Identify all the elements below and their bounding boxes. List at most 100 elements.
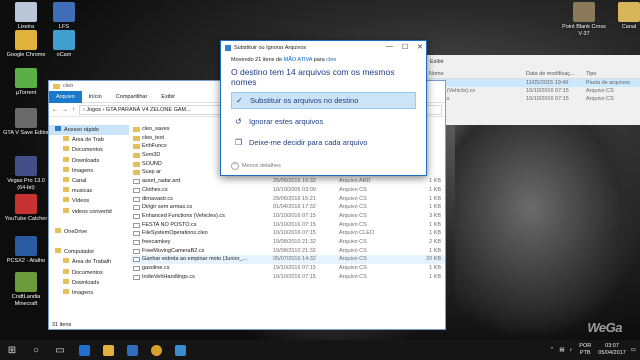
nav-item[interactable]: Imagens: [49, 288, 129, 298]
up-arrow-icon[interactable]: ↑: [72, 107, 75, 113]
source-folder-link[interactable]: MÃO ATIVA: [284, 57, 313, 63]
notifications-icon[interactable]: ▭: [631, 347, 636, 353]
bg-file-row[interactable]: ...tions (Vehicle).cs 10/10/2016 07:15 Arq…: [426, 87, 640, 95]
file-name: FreeMovingCameraB2.cs: [142, 247, 205, 254]
nav-item[interactable]: Imagens: [49, 166, 129, 176]
desktop-icon-ocam[interactable]: oCam: [40, 30, 88, 59]
nav-item[interactable]: [49, 217, 129, 227]
ribbon-tab[interactable]: Exibir: [154, 94, 182, 100]
desktop-icon-label: YouTube Catcher: [4, 216, 48, 222]
nav-item[interactable]: musicas: [49, 186, 129, 196]
nav-item[interactable]: Vídeos: [49, 196, 129, 206]
desktop-icon-utorrent[interactable]: µTorrent: [2, 68, 50, 97]
file-row[interactable]: gasoline.cs 19/10/2016 07:15 Arquivo CS 1 K…: [131, 264, 445, 273]
file-size: 1 KB: [429, 273, 441, 280]
explorer-taskbar-icon[interactable]: [96, 340, 120, 360]
network-icon[interactable]: ▤: [559, 347, 564, 353]
ocam-taskbar-icon[interactable]: [168, 340, 192, 360]
maximize-icon[interactable]: ☐: [402, 43, 408, 51]
dialog-option-3[interactable]: ❐ Deixe-me decidir para cada arquivo: [231, 134, 416, 151]
nav-item[interactable]: Canal: [49, 176, 129, 186]
dialog-option-label: Deixe-me decidir para cada arquivo: [249, 138, 368, 147]
nav-item[interactable]: Computador: [49, 247, 129, 257]
file-row[interactable]: dirnavastr.cs 29/06/2016 15:21 Arquivo CS 1…: [131, 195, 445, 204]
folder-icon: [133, 153, 140, 159]
youtube-catcher-icon: [15, 194, 37, 214]
nav-item[interactable]: [49, 237, 129, 247]
file-name: Susp ar: [142, 169, 161, 176]
file-name: cleo_text: [142, 134, 165, 141]
ocam-icon: [53, 30, 75, 50]
dialog-option-1[interactable]: ✓ Substituir os arquivos no destino: [231, 92, 416, 109]
nav-item[interactable]: videos convertid: [49, 207, 129, 217]
desktop-icon-canal[interactable]: Canal: [605, 2, 640, 31]
desktop-icon-vegas-pro[interactable]: Vegas Pro 13.0 (64-bit): [2, 156, 50, 191]
file-type: Arquivo CS: [339, 247, 367, 254]
close-icon[interactable]: ✕: [417, 43, 423, 51]
store-icon[interactable]: [120, 340, 144, 360]
desktop-icon-gta-v-save-editor[interactable]: GTA V Save Editor: [2, 108, 50, 137]
file-row[interactable]: freecamkey 19/08/2010 21:32 Arquivo CS 2 KB: [131, 238, 445, 247]
file-row[interactable]: IndieVehHandlings.cs 10/10/2016 07:15 Arqu…: [131, 273, 445, 282]
file-row[interactable]: Dirigir sem armas.cs 01/04/2016 17:32 Arqu…: [131, 203, 445, 212]
file-row[interactable]: FreeMovingCameraB2.cs 19/08/2010 21:32 Arq…: [131, 247, 445, 256]
bg-file-row[interactable]: ...iger.cs10/10/2016 07:15Arquivo CS: [426, 95, 640, 103]
folder-icon: [133, 170, 140, 176]
file-type: Arquivo CS: [339, 238, 367, 245]
file-row[interactable]: Enhanced Functions (Vehicles).cs 10/10/20…: [131, 212, 445, 221]
bg-col-date[interactable]: Data de modificaç...: [526, 69, 586, 78]
minimize-icon[interactable]: —: [386, 43, 393, 51]
nav-item[interactable]: Área de Trab: [49, 135, 129, 145]
volume-icon[interactable]: ♪: [570, 347, 573, 353]
ribbon-tab[interactable]: Compartilhar: [109, 94, 154, 100]
file-name: dirnavastr.cs: [142, 195, 173, 202]
folder-icon: [63, 278, 69, 284]
vegas-pro-icon: [15, 156, 37, 176]
nav-item[interactable]: Área de Trabalh: [49, 257, 129, 267]
nav-item-label: Documentos: [72, 269, 103, 276]
desktop-icon-youtube-catcher[interactable]: YouTube Catcher: [2, 194, 50, 223]
background-explorer-window[interactable]: Exibir Nome Data de modificaç... Tipo 11…: [425, 55, 640, 125]
file-row[interactable]: Ganhar estrela ao empinar moto (Junior_.…: [131, 255, 445, 264]
desktop-icon-point-blank[interactable]: Point Blank Cross V-37: [560, 2, 608, 37]
desktop-icon-craftlandia[interactable]: CraftLandia Minecraft: [2, 272, 50, 307]
nav-item[interactable]: Documentos: [49, 145, 129, 155]
nav-item[interactable]: Downloads: [49, 278, 129, 288]
bg-col-name[interactable]: Nome: [426, 69, 526, 78]
bg-col-type[interactable]: Tipo: [586, 69, 636, 78]
task-view-icon[interactable]: ▭: [48, 340, 72, 360]
file-row[interactable]: asset_radar.ard 25/06/2016 16:32 Arquivo A…: [131, 177, 445, 186]
search-icon[interactable]: ○: [24, 340, 48, 360]
file-row[interactable]: FileSystemOperations.cleo 10/10/2016 07:1…: [131, 229, 445, 238]
bg-window-tab[interactable]: Exibir: [426, 55, 640, 69]
file-row[interactable]: Clothes.cs 10/10/2005 03:00 Arquivo CS 1 KB: [131, 186, 445, 195]
start-button[interactable]: ⊞: [0, 340, 24, 360]
less-details-button[interactable]: ⌃ Menos detalhes: [231, 162, 281, 170]
moving-prefix: Movendo 21 itens de: [231, 57, 283, 63]
forward-arrow-icon[interactable]: →: [62, 107, 68, 113]
dest-folder-link[interactable]: cleo: [326, 57, 336, 63]
clock[interactable]: 03:07 05/04/2017: [598, 343, 626, 357]
edge-icon[interactable]: [72, 340, 96, 360]
nav-item[interactable]: Downloads: [49, 156, 129, 166]
desktop-icon-lfs[interactable]: LFS: [40, 2, 88, 31]
wallpaper-figure: [455, 120, 640, 340]
dialog-option-2[interactable]: ↺ Ignorar estes arquivos: [231, 113, 416, 130]
nav-item[interactable]: OneDrive: [49, 227, 129, 237]
file-row[interactable]: FESTA NO POSTO.cs 10/10/2016 07:15 Arquivo…: [131, 221, 445, 230]
dialog-heading: O destino tem 14 arquivos com os mesmos …: [231, 67, 395, 87]
desktop-icon-pcsx2[interactable]: PCSX2 - Atalho: [2, 236, 50, 265]
nav-item[interactable]: Acesso rápido: [49, 125, 129, 136]
bg-file-row[interactable]: 11/05/2015 19:46 Pasta de arquivos: [426, 79, 640, 87]
tray-chevron-icon[interactable]: ⌃: [550, 347, 555, 353]
language-indicator[interactable]: POR PTB: [577, 343, 593, 357]
chrome-taskbar-icon[interactable]: [144, 340, 168, 360]
back-arrow-icon[interactable]: ←: [52, 107, 58, 113]
craftlandia-icon: [15, 272, 37, 292]
replace-or-skip-dialog: Substituir ou Ignorar Arquivos — ☐ ✕ Mov…: [220, 40, 427, 176]
ribbon-tab[interactable]: Arquivo: [49, 90, 82, 103]
folder-icon: [63, 176, 69, 182]
ribbon-tab[interactable]: Início: [82, 94, 109, 100]
nav-item[interactable]: Documentos: [49, 268, 129, 278]
desktop-icon-label: GTA V Save Editor: [3, 130, 49, 136]
